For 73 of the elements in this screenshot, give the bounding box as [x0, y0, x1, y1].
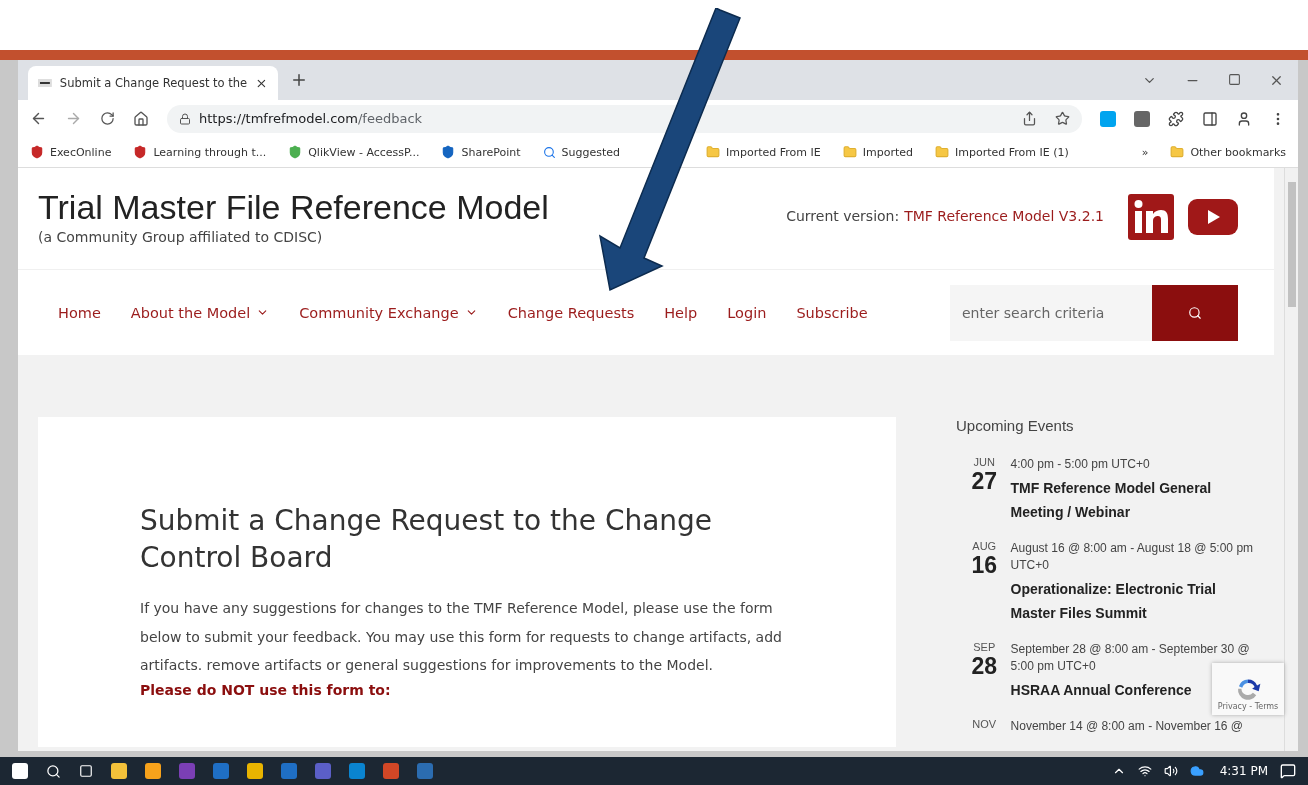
volume-icon[interactable]: [1163, 764, 1178, 778]
bookmark[interactable]: ExecOnline: [30, 145, 112, 159]
bookmark[interactable]: Imported: [842, 145, 913, 159]
search-button[interactable]: [1152, 284, 1238, 341]
bookmarks-overflow[interactable]: »: [1141, 145, 1149, 159]
maximize-icon[interactable]: [1228, 72, 1241, 86]
back-icon[interactable]: [30, 110, 47, 127]
folder-icon: [935, 145, 949, 159]
nav-link[interactable]: Community Exchange: [299, 304, 478, 321]
nav-link[interactable]: Login: [727, 304, 767, 321]
folder-icon: [1170, 145, 1185, 159]
nav-link[interactable]: About the Model: [130, 304, 270, 321]
search-icon[interactable]: [46, 763, 61, 779]
nav-link[interactable]: Home: [58, 304, 101, 321]
folder-icon: [842, 145, 857, 159]
nav-link[interactable]: Change Requests: [507, 304, 635, 321]
event-time: 4:00 pm - 5:00 pm UTC+0: [1010, 456, 1151, 473]
search-field[interactable]: enter search criteria: [950, 284, 1152, 341]
event-time: August 16 @ 8:00 am - August 18 @ 5:00 pm UTC+0: [1010, 540, 1255, 574]
version-link[interactable]: TMF Reference Model V3.2.1: [904, 208, 1104, 224]
event-time: November 14 @ 8:00 am - November 16 @: [1010, 718, 1244, 735]
version-label: Current version:: [786, 208, 900, 224]
extensions-icon[interactable]: [1168, 110, 1184, 127]
event-month: JUN: [973, 456, 995, 468]
event-day: 28: [971, 653, 998, 680]
warning-text: Please do NOT use this form to:: [140, 681, 392, 698]
share-icon[interactable]: [1022, 111, 1037, 126]
bookmark[interactable]: Imported From IE (1): [935, 145, 1069, 159]
browser-tab[interactable]: Submit a Change Request to the: [28, 66, 278, 100]
article-title: Submit a Change Request to the Change Control Board: [140, 503, 714, 576]
star-icon[interactable]: [1055, 111, 1070, 126]
side-panel-icon[interactable]: [1202, 110, 1218, 127]
nav-link[interactable]: Help: [664, 304, 698, 321]
sidebar-heading: Upcoming Events: [956, 417, 1075, 434]
reload-icon[interactable]: [100, 111, 115, 126]
bookmark[interactable]: Imported From IE: [706, 145, 821, 159]
linkedin-icon[interactable]: [1128, 194, 1174, 240]
address-bar[interactable]: https://tmfrefmodel.com/feedback: [167, 104, 1082, 133]
folder-icon: [706, 145, 721, 159]
home-icon[interactable]: [133, 110, 149, 127]
bookmark[interactable]: SharePoint: [441, 145, 521, 159]
wifi-icon[interactable]: [1137, 764, 1152, 778]
favicon-icon: [38, 79, 52, 87]
search-icon: [1188, 305, 1202, 320]
new-tab-button[interactable]: [290, 71, 308, 89]
url-text: https://tmfrefmodel.com/feedback: [199, 111, 423, 126]
clock-text: 4:31 PM: [1219, 764, 1268, 778]
event-day: 16: [971, 552, 998, 579]
event-day: 27: [971, 468, 998, 495]
site-subtitle: (a Community Group affiliated to CDISC): [38, 229, 324, 245]
notification-icon[interactable]: [1280, 763, 1296, 779]
bookmark[interactable]: QlikView - AccessP...: [288, 145, 420, 159]
event-title[interactable]: TMF Reference Model General Meeting / Webinar: [1010, 476, 1256, 524]
video-play-icon[interactable]: [1188, 199, 1238, 235]
intro-paragraph: If you have any suggestions for changes to the TMF Reference Model, please use the form below to submit your feedback. You may use this form for requests to change artifacts, add artifacts. remove artifacts or general suggestions for improvements to the Model.: [140, 599, 783, 675]
event-month: SEP: [973, 641, 996, 653]
search-icon: [542, 145, 556, 159]
event-month: AUG: [972, 540, 997, 552]
lock-icon: [179, 112, 191, 125]
event-month: NOV: [972, 718, 997, 730]
cloud-icon[interactable]: [1189, 764, 1204, 778]
bookmark[interactable]: Suggested: [542, 145, 621, 159]
profile-icon[interactable]: [1236, 110, 1252, 127]
other-bookmarks[interactable]: Other bookmarks: [1170, 145, 1286, 159]
tab-title: Submit a Change Request to the: [59, 76, 248, 90]
bookmark[interactable]: Learning through t...: [133, 145, 267, 159]
recaptcha-links[interactable]: Privacy - Terms: [1217, 702, 1279, 711]
nav-link[interactable]: Subscribe: [796, 304, 868, 321]
task-view-icon[interactable]: [79, 764, 93, 778]
event-time: September 28 @ 8:00 am - September 30 @ 5:00 pm UTC+0: [1010, 641, 1251, 675]
site-title: Trial Master File Reference Model: [38, 188, 549, 227]
event-title[interactable]: Operationalize: Electronic Trial Master Files Summit: [1010, 577, 1256, 625]
event-title[interactable]: HSRAA Annual Conference: [1010, 678, 1192, 702]
